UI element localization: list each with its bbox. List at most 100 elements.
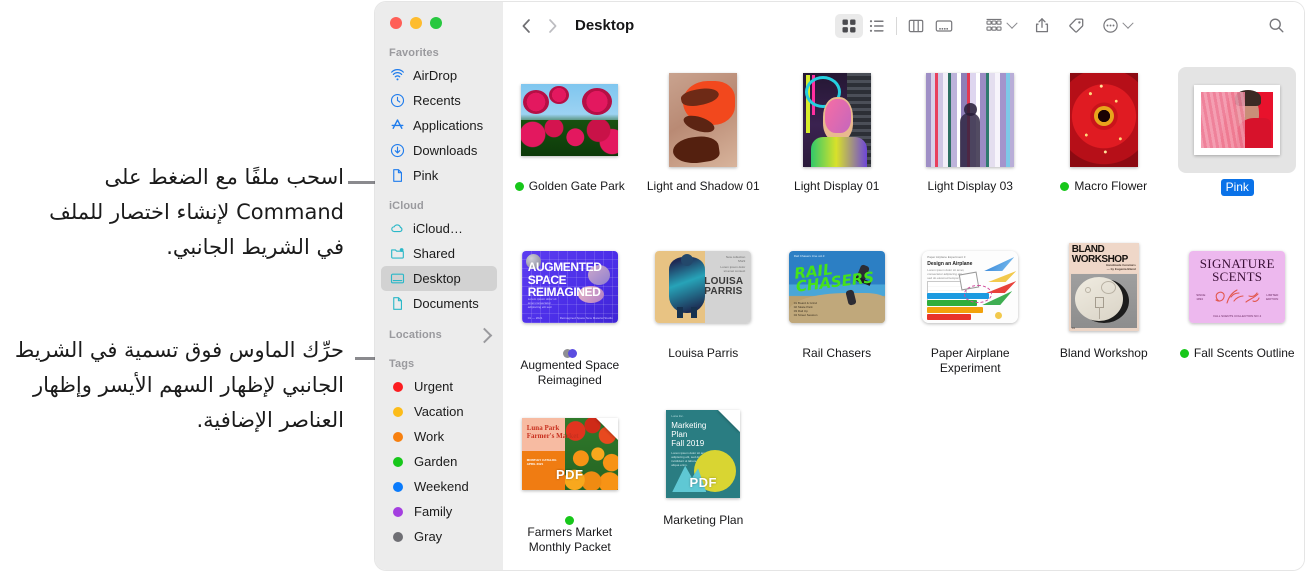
tag-dot-icon [514, 182, 524, 191]
sidebar-item-label: Weekend [414, 479, 469, 494]
file-label[interactable]: Louisa Parris [668, 346, 738, 361]
file-label[interactable]: Pink [1220, 179, 1254, 196]
file-label[interactable]: Bland Workshop [1060, 346, 1148, 361]
airdrop-icon [389, 67, 406, 84]
file-item[interactable]: Light and Shadow 01 [637, 65, 771, 232]
sidebar-section-locations[interactable]: Locations [375, 316, 503, 345]
file-thumbnail[interactable]: BLAND WORKSHOP Handmade Ceramics — by Euge… [1045, 234, 1163, 340]
desktop-icon [389, 270, 406, 287]
close-button[interactable] [390, 17, 402, 29]
pdf-badge: PDF [556, 467, 584, 482]
file-name: Light and Shadow 01 [646, 179, 760, 193]
file-label[interactable]: Farmers Market Monthly Packet [512, 513, 627, 555]
file-item[interactable]: Paper Airplane Experiment 3 Design an Ai… [904, 232, 1038, 399]
file-label[interactable]: Golden Gate Park [514, 179, 625, 194]
sidebar-item-icloud-drive[interactable]: iCloud… [381, 216, 497, 241]
group-by-icon[interactable] [980, 14, 1008, 38]
document-icon [389, 167, 406, 184]
more-icon[interactable] [1096, 14, 1124, 38]
sidebar-item-documents[interactable]: Documents [381, 291, 497, 316]
drag-file-callout: اسحب ملفًا مع الضغط على Command لإنشاء ا… [49, 165, 344, 259]
file-label[interactable]: Fall Scents Outline [1179, 346, 1295, 361]
file-name: Fall Scents Outline [1193, 346, 1295, 360]
file-label[interactable]: Paper Airplane Experiment [913, 346, 1028, 376]
sidebar-item-airdrop[interactable]: AirDrop [381, 63, 497, 88]
chevron-right-icon[interactable] [476, 327, 493, 343]
file-item[interactable]: Light Display 03 [904, 65, 1038, 232]
file-label[interactable]: Marketing Plan [663, 513, 743, 528]
icon-view-button[interactable] [835, 13, 863, 38]
forward-button[interactable] [539, 13, 565, 39]
file-thumbnail[interactable] [778, 67, 896, 173]
tag-dot-icon [1060, 182, 1070, 191]
file-thumbnail[interactable]: SIGNATURE SCENTS SINCE 1994 LIMITED EDIT… [1178, 234, 1296, 340]
sidebar-item-desktop[interactable]: Desktop [381, 266, 497, 291]
tag-dot-icon [1179, 349, 1189, 358]
sidebar-item-recents[interactable]: Recents [381, 88, 497, 113]
file-label[interactable]: Macro Flower [1060, 179, 1147, 194]
file-item[interactable]: Macro Flower [1037, 65, 1171, 232]
file-thumbnail[interactable] [911, 67, 1029, 173]
file-thumbnail[interactable] [1045, 67, 1163, 173]
sidebar-item-downloads[interactable]: Downloads [381, 138, 497, 163]
file-item[interactable]: Golden Gate Park [503, 65, 637, 232]
sidebar-item-label: Recents [413, 93, 461, 108]
sidebar-item-tag-work[interactable]: Work [381, 424, 497, 449]
sidebar-section-locations-title: Locations [389, 329, 442, 341]
list-view-button[interactable] [863, 14, 891, 38]
sidebar: Favorites AirDrop Recents Applications D… [375, 2, 503, 570]
zoom-button[interactable] [430, 17, 442, 29]
file-item-selected[interactable]: Pink [1171, 65, 1305, 232]
breadcrumb-title: Desktop [575, 17, 635, 34]
file-item[interactable]: BLAND WORKSHOP Handmade Ceramics — by Euge… [1037, 232, 1171, 399]
file-item[interactable]: Light Display 01 [770, 65, 904, 232]
file-label[interactable]: Augmented Space Reimagined [512, 346, 627, 388]
file-thumbnail[interactable] [511, 67, 629, 173]
sidebar-item-tag-garden[interactable]: Garden [381, 449, 497, 474]
tag-button[interactable] [1062, 14, 1090, 38]
tag-dot-icon [389, 403, 406, 420]
sidebar-item-shared[interactable]: Shared [381, 241, 497, 266]
sidebar-item-tag-gray[interactable]: Gray [381, 524, 497, 549]
gallery-view-button[interactable] [930, 14, 958, 38]
file-name: Pink [1220, 179, 1254, 196]
file-thumbnail[interactable]: RAIL CHASERS Rail Chasers zine vol.3 01 B… [778, 234, 896, 340]
back-button[interactable] [513, 13, 539, 39]
sidebar-section-tags: Tags [389, 358, 415, 370]
sidebar-item-label: Urgent [414, 379, 454, 394]
file-item[interactable]: LOUISA PARRIS New collection SS22 Lorem ip… [637, 232, 771, 399]
file-thumbnail[interactable]: Paper Airplane Experiment 3 Design an Ai… [911, 234, 1029, 340]
file-item[interactable]: AUGMENTED SPACE REIMAGINED Lorem ipsum dol… [503, 232, 637, 399]
chevron-down-icon[interactable] [1122, 17, 1134, 29]
file-label[interactable]: Light Display 01 [794, 179, 879, 194]
sidebar-item-tag-vacation[interactable]: Vacation [381, 399, 497, 424]
file-thumbnail[interactable] [1178, 67, 1297, 173]
file-thumbnail[interactable]: Luna Inc. Marketing Plan Fall 2019 Lorem i… [644, 401, 762, 507]
file-item[interactable]: Luna Park Farmer's Market MONTHLY CATALOG… [503, 399, 637, 566]
file-item[interactable]: SIGNATURE SCENTS SINCE 1994 LIMITED EDIT… [1171, 232, 1305, 399]
sidebar-item-tag-family[interactable]: Family [381, 499, 497, 524]
file-name: Paper Airplane Experiment [930, 346, 1010, 375]
file-thumbnail[interactable]: LOUISA PARRIS New collection SS22 Lorem ip… [644, 234, 762, 340]
chevron-down-icon[interactable] [1006, 17, 1018, 29]
minimize-button[interactable] [410, 17, 422, 29]
sidebar-item-pink[interactable]: Pink [381, 163, 497, 188]
sidebar-item-applications[interactable]: Applications [381, 113, 497, 138]
file-item[interactable]: Luna Inc. Marketing Plan Fall 2019 Lorem i… [637, 399, 771, 566]
file-item[interactable]: RAIL CHASERS Rail Chasers zine vol.3 01 B… [770, 232, 904, 399]
column-view-button[interactable] [902, 14, 930, 38]
sidebar-item-tag-weekend[interactable]: Weekend [381, 474, 497, 499]
file-thumbnail[interactable]: Luna Park Farmer's Market MONTHLY CATALOG… [511, 401, 629, 507]
file-name: Macro Flower [1074, 179, 1148, 193]
file-label[interactable]: Rail Chasers [802, 346, 871, 361]
sidebar-item-tag-urgent[interactable]: Urgent [381, 374, 497, 399]
search-button[interactable] [1262, 14, 1290, 38]
file-label[interactable]: Light and Shadow 01 [647, 179, 760, 194]
file-thumbnail[interactable]: AUGMENTED SPACE REIMAGINED Lorem ipsum dol… [511, 234, 629, 340]
group-by-button[interactable] [980, 14, 1018, 38]
file-name: Louisa Parris [668, 346, 739, 360]
file-thumbnail[interactable] [644, 67, 762, 173]
more-button[interactable] [1096, 14, 1134, 38]
file-label[interactable]: Light Display 03 [928, 179, 1013, 194]
share-button[interactable] [1028, 14, 1056, 38]
